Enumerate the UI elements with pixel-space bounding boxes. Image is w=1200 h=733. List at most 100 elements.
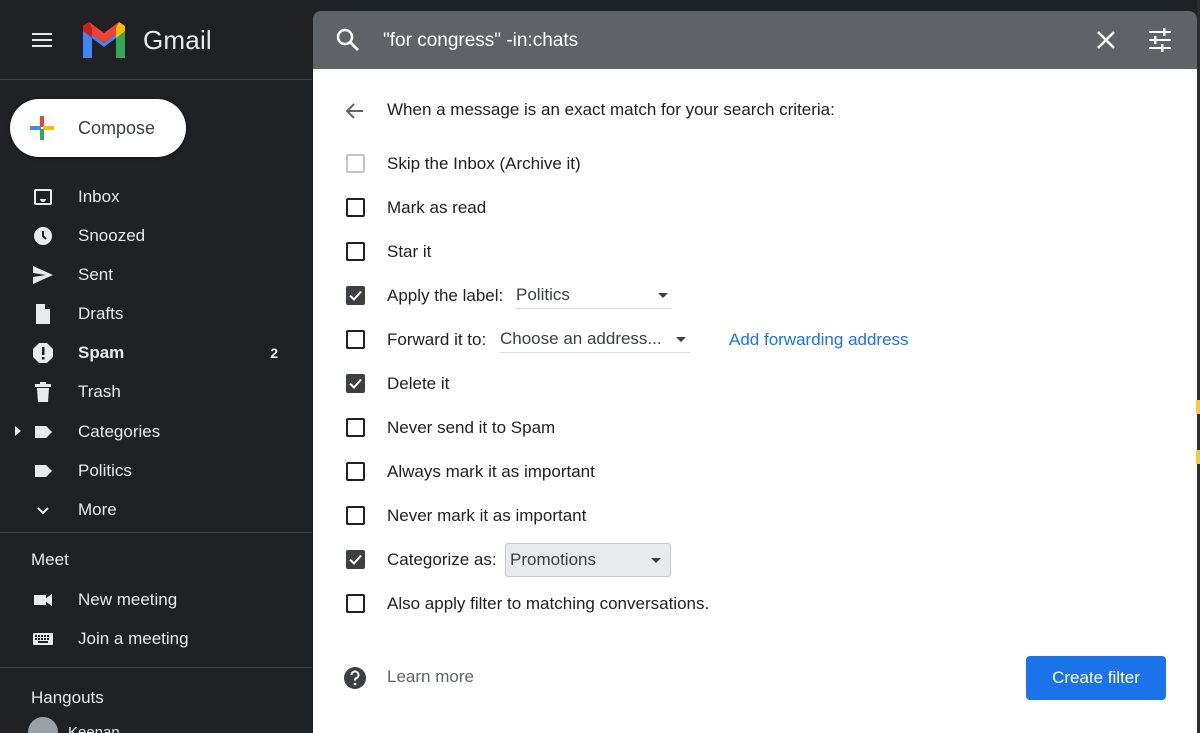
option-skip-inbox: Skip the Inbox (Archive it) (313, 149, 1197, 179)
dropdown-arrow-icon (676, 337, 686, 342)
skip-inbox-label: Skip the Inbox (Archive it) (387, 154, 581, 173)
sidebar-item-snoozed[interactable]: Snoozed (0, 216, 312, 255)
clock-icon (34, 227, 52, 245)
add-forwarding-address-link[interactable]: Add forwarding address (729, 330, 909, 350)
meet-section-title: Meet (31, 550, 69, 569)
category-select[interactable]: Promotions (505, 543, 671, 577)
sidebar-item-label: Snoozed (78, 226, 146, 245)
divider (0, 667, 312, 668)
background-marker (1196, 450, 1200, 464)
forward-address-select[interactable]: Choose an address... (500, 325, 690, 353)
option-never-spam: Never send it to Spam (313, 413, 1197, 443)
mark-read-checkbox[interactable] (346, 198, 365, 217)
sidebar-item-more[interactable]: More (0, 490, 312, 529)
apply-label-label: Apply the label: (387, 286, 504, 305)
dropdown-arrow-icon (658, 293, 668, 298)
option-also-apply: Also apply filter to matching conversati… (313, 589, 1197, 619)
option-apply-label: Apply the label: Politics (313, 281, 1197, 311)
forward-address-value: Choose an address... (500, 329, 662, 348)
label-select[interactable]: Politics (516, 281, 672, 309)
background-marker (1196, 400, 1200, 414)
checkmark-icon (349, 290, 362, 301)
option-forward: Forward it to: Choose an address... Add … (313, 325, 1197, 355)
never-spam-label: Never send it to Spam (387, 418, 556, 437)
sidebar-item-label: Politics (78, 461, 132, 480)
sidebar-item-label: More (78, 500, 117, 519)
sidebar-item-inbox[interactable]: Inbox (0, 177, 312, 216)
checkmark-icon (349, 554, 362, 565)
checkmark-icon (349, 378, 362, 389)
always-important-checkbox[interactable] (346, 462, 365, 481)
compose-label: Compose (78, 118, 156, 138)
sidebar-item-politics[interactable]: Politics (0, 451, 312, 490)
categorize-checkbox[interactable] (346, 550, 365, 569)
close-icon[interactable] (1095, 29, 1117, 51)
learn-more-link[interactable]: Learn more (387, 667, 474, 687)
help-icon[interactable] (343, 666, 367, 690)
delete-checkbox[interactable] (346, 374, 365, 393)
sidebar-item-spam[interactable]: Spam 2 (0, 333, 312, 372)
categorize-label: Categorize as: (387, 550, 497, 569)
spam-icon (33, 343, 53, 363)
search-bar: "for congress" -in:chats (313, 11, 1197, 69)
new-meeting-item[interactable]: New meeting (0, 580, 312, 619)
keyboard-icon (33, 633, 53, 645)
label-select-value: Politics (516, 285, 570, 304)
new-meeting-label: New meeting (78, 590, 178, 609)
sidebar-item-drafts[interactable]: Drafts (0, 294, 312, 333)
option-never-important: Never mark it as important (313, 501, 1197, 531)
also-apply-label: Also apply filter to matching conversati… (387, 594, 710, 613)
mark-read-label: Mark as read (387, 198, 487, 217)
arrow-back-icon[interactable] (343, 99, 367, 123)
inbox-icon (34, 189, 52, 205)
option-star: Star it (313, 237, 1197, 267)
delete-label: Delete it (387, 374, 450, 393)
sidebar-item-label: Categories (78, 422, 161, 441)
option-delete: Delete it (313, 369, 1197, 399)
hangouts-section-title: Hangouts (31, 688, 104, 707)
filter-panel-title: When a message is an exact match for you… (387, 100, 835, 119)
forward-checkbox[interactable] (346, 330, 365, 349)
tune-icon[interactable] (1148, 28, 1172, 52)
sidebar: Gmail Compose Inbox Snoozed Sent Drafts … (0, 0, 312, 733)
apply-label-checkbox[interactable] (346, 286, 365, 305)
unread-count: 2 (270, 345, 278, 361)
create-filter-button[interactable]: Create filter (1026, 656, 1166, 700)
sidebar-item-label: Inbox (78, 187, 120, 206)
sidebar-item-label: Spam (78, 343, 125, 362)
dropdown-arrow-icon (651, 558, 661, 563)
avatar[interactable] (28, 717, 58, 733)
gmail-logo-icon[interactable] (80, 22, 128, 58)
sidebar-item-categories[interactable]: Categories (0, 412, 312, 451)
compose-button[interactable]: Compose (10, 99, 186, 157)
always-important-label: Always mark it as important (387, 462, 595, 481)
never-spam-checkbox[interactable] (346, 418, 365, 437)
sidebar-item-sent[interactable]: Sent (0, 255, 312, 294)
divider (0, 532, 312, 533)
app-header: Gmail (0, 0, 312, 80)
trash-icon (35, 382, 51, 402)
never-important-label: Never mark it as important (387, 506, 587, 525)
also-apply-checkbox[interactable] (346, 594, 365, 613)
sidebar-item-label: Drafts (78, 304, 124, 323)
option-mark-read: Mark as read (313, 193, 1197, 223)
plus-icon (30, 116, 54, 140)
hangouts-user-name[interactable]: Keenan (68, 724, 120, 733)
sidebar-item-label: Trash (78, 382, 121, 401)
send-icon (33, 266, 53, 284)
star-checkbox[interactable] (346, 242, 365, 261)
sidebar-item-trash[interactable]: Trash (0, 372, 312, 411)
join-meeting-item[interactable]: Join a meeting (0, 619, 312, 658)
main-menu-icon[interactable] (30, 31, 54, 49)
app-name: Gmail (143, 25, 212, 55)
sidebar-item-label: Sent (78, 265, 113, 284)
skip-inbox-checkbox[interactable] (346, 154, 365, 173)
draft-icon (36, 304, 50, 324)
filter-panel: When a message is an exact match for you… (313, 69, 1197, 733)
search-input[interactable]: "for congress" -in:chats (383, 30, 578, 52)
never-important-checkbox[interactable] (346, 506, 365, 525)
expand-arrow-icon[interactable] (15, 426, 21, 436)
search-icon[interactable] (335, 27, 361, 53)
video-icon (34, 594, 52, 606)
label-icon (35, 426, 52, 438)
